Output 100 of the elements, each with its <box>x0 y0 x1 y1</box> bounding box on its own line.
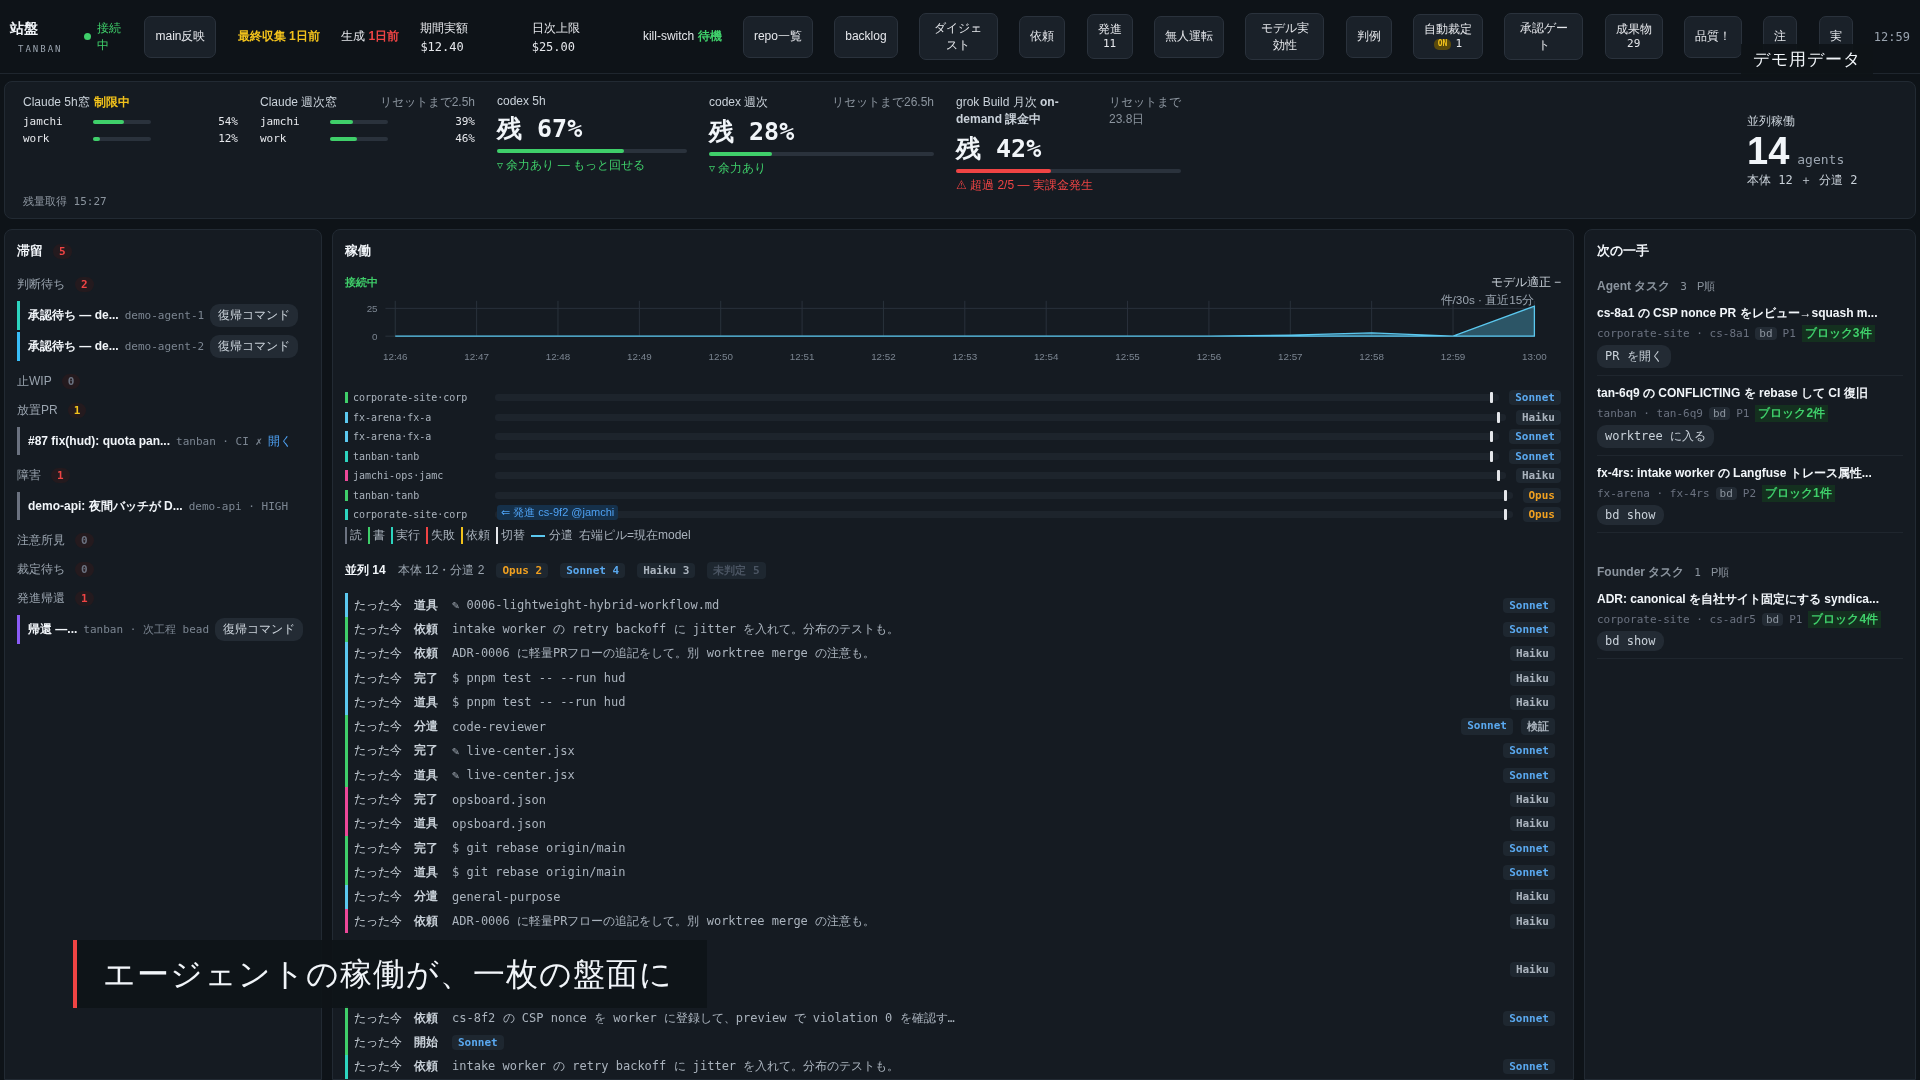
event-time: たった今 <box>354 693 403 711</box>
toolbar-button[interactable]: モデル実効性 <box>1245 13 1325 60</box>
event-text: ✎ live-center.jsx <box>452 768 576 783</box>
count-badge: 2 <box>75 277 94 292</box>
block-count: ブロック1件 <box>1762 485 1835 502</box>
event-text: general-purpose <box>452 889 562 904</box>
group-label: 判断待ち <box>17 276 65 293</box>
toolbar-button[interactable]: 自動裁定 ON 1 <box>1412 14 1483 59</box>
toolbar-button[interactable]: ダイジェスト <box>918 13 999 60</box>
event-text: intake worker の retry backoff に jitter を入れて。分布のテストも。 <box>452 621 901 638</box>
backlog-item[interactable]: #87 fix(hud): quota pan... tanban · CI ✗ 開く <box>17 427 309 455</box>
backlog-item[interactable]: 承認待ち — de... demo-agent-1 復帰コマンド <box>17 301 309 330</box>
task-meta: corporate-site · cs-8a1 <box>1597 327 1750 340</box>
legend-item: 切替 <box>496 527 525 545</box>
launch-link[interactable]: ⇐ 発進 cs-9f2 @jamchi <box>497 505 619 521</box>
toolbar-button[interactable]: 成果物 29 <box>1604 14 1663 59</box>
status-text: 生成 1日前 <box>341 28 400 45</box>
event-type: 道具 <box>414 766 439 784</box>
quota-title: Claude 5h窓 制限中 <box>23 94 130 111</box>
model-pill: Sonnet <box>1509 429 1561 445</box>
quota-note: ▿ 余力あり <box>709 160 768 177</box>
x-tick-label: 12:52 <box>871 350 896 362</box>
event-time: たった今 <box>354 863 403 881</box>
backlog-item[interactable]: demo-api: 夜間バッチが D... demo-api · HIGH <box>17 492 309 520</box>
model-fit-toggle[interactable]: モデル適正 − <box>1490 274 1561 291</box>
toolbar-button[interactable]: repo一覧 <box>742 15 813 58</box>
event-time: たった今 <box>354 791 403 809</box>
event-text: opsboard.json <box>452 816 547 831</box>
lane-marker <box>1503 489 1507 501</box>
restore-command-button[interactable]: 復帰コマンド <box>215 618 304 641</box>
event-text: $ git rebase origin/main <box>452 841 627 856</box>
sort-label: P順 <box>1710 565 1730 580</box>
event-type: 分遣 <box>414 718 439 736</box>
model-pill: Haiku <box>1509 962 1555 978</box>
block-count: ブロック4件 <box>1808 611 1882 628</box>
task-title: fx-4rs: intake worker の Langfuse トレース属性... <box>1597 465 1872 482</box>
toolbar-button[interactable]: 発進 11 <box>1086 14 1133 59</box>
task-title: tan-6q9 の CONFLICTING を rebase して CI 復旧 <box>1597 385 1868 402</box>
event-type: 完了 <box>414 791 439 809</box>
event-time: たった今 <box>354 669 403 687</box>
task-action-button[interactable]: bd show <box>1597 505 1664 525</box>
event-time: たった今 <box>354 621 403 638</box>
model-pill: Sonnet <box>452 1035 504 1051</box>
toolbar-button[interactable]: main反映 <box>144 15 217 58</box>
event-type: 依頼 <box>414 1009 439 1027</box>
backlog-item[interactable]: 承認待ち — de... demo-agent-2 復帰コマンド <box>17 332 309 361</box>
demo-data-toast: デモ用データ <box>1741 44 1873 77</box>
toolbar-button[interactable]: 判例 <box>1345 15 1392 58</box>
account-name: jamchi <box>23 115 64 128</box>
event-text: $ pnpm test -- --run hud <box>452 695 627 710</box>
open-link[interactable]: 開く <box>268 432 293 450</box>
parallel-unit: agents <box>1797 152 1845 167</box>
model-pill: Sonnet <box>1503 1010 1555 1026</box>
lane-marker <box>1496 411 1500 423</box>
event-type: 依頼 <box>414 645 439 663</box>
task-action-button[interactable]: PR を開く <box>1597 345 1671 368</box>
status-text: kill-switch 待機 <box>642 28 722 45</box>
task-priority: P1 <box>1736 407 1750 420</box>
app-title: 站盤 <box>10 19 39 38</box>
connection-status: 接続中 <box>345 275 378 290</box>
event-type: 依頼 <box>414 621 439 638</box>
event-time: たった今 <box>354 766 403 784</box>
event-text: $ pnpm test -- --run hud <box>452 671 627 686</box>
lane-name: tanban·tanb <box>345 489 485 501</box>
lane-marker <box>1496 470 1500 482</box>
toolbar-button[interactable]: 品質！ <box>1683 15 1742 58</box>
section-label: Founder タスク <box>1597 564 1685 581</box>
x-tick-label: 12:53 <box>952 350 978 362</box>
quota-title: grok Build 月次 on-demand 課金中 <box>956 94 1060 128</box>
backlog-item[interactable]: 帰還 —... tanban · 次工程 bead 復帰コマンド <box>17 615 309 644</box>
model-pill: Opus <box>1522 487 1561 503</box>
task-tag: bd <box>1761 613 1784 626</box>
x-tick-label: 12:51 <box>789 350 815 362</box>
restore-command-button[interactable]: 復帰コマンド <box>210 335 299 358</box>
event-text: ✎ 0006-lightweight-hybrid-workflow.md <box>452 598 721 613</box>
event-type: 道具 <box>414 693 439 711</box>
lane-marker <box>1490 431 1494 443</box>
model-pill: Haiku <box>1509 694 1555 710</box>
stat-label: 期間実額 <box>420 19 470 37</box>
model-count-pill: Opus 2 <box>496 563 549 579</box>
y-tick-label: 0 <box>372 331 378 343</box>
x-tick-label: 12:58 <box>1359 350 1384 362</box>
usage-percent: 54% <box>218 115 238 128</box>
toolbar-button[interactable]: 無人運転 <box>1153 15 1224 58</box>
task-action-button[interactable]: worktree に入る <box>1597 425 1715 448</box>
task-action-button[interactable]: bd show <box>1597 631 1664 651</box>
toolbar-button[interactable]: backlog <box>834 15 898 58</box>
event-time: たった今 <box>354 1009 403 1027</box>
legend-item: 書 <box>368 527 385 545</box>
model-pill: Sonnet <box>1503 1059 1555 1075</box>
event-text: code-reviewer <box>452 719 547 734</box>
event-type: 完了 <box>414 669 439 687</box>
legend-item: 読 <box>345 527 362 545</box>
group-label: 裁定待ち <box>17 561 65 578</box>
event-time: たった今 <box>354 815 403 833</box>
task-priority: P1 <box>1789 613 1803 626</box>
toolbar-button[interactable]: 依頼 <box>1019 15 1066 58</box>
restore-command-button[interactable]: 復帰コマンド <box>210 304 299 327</box>
toolbar-button[interactable]: 承認ゲート <box>1504 13 1584 60</box>
event-text: $ git rebase origin/main <box>452 865 627 880</box>
